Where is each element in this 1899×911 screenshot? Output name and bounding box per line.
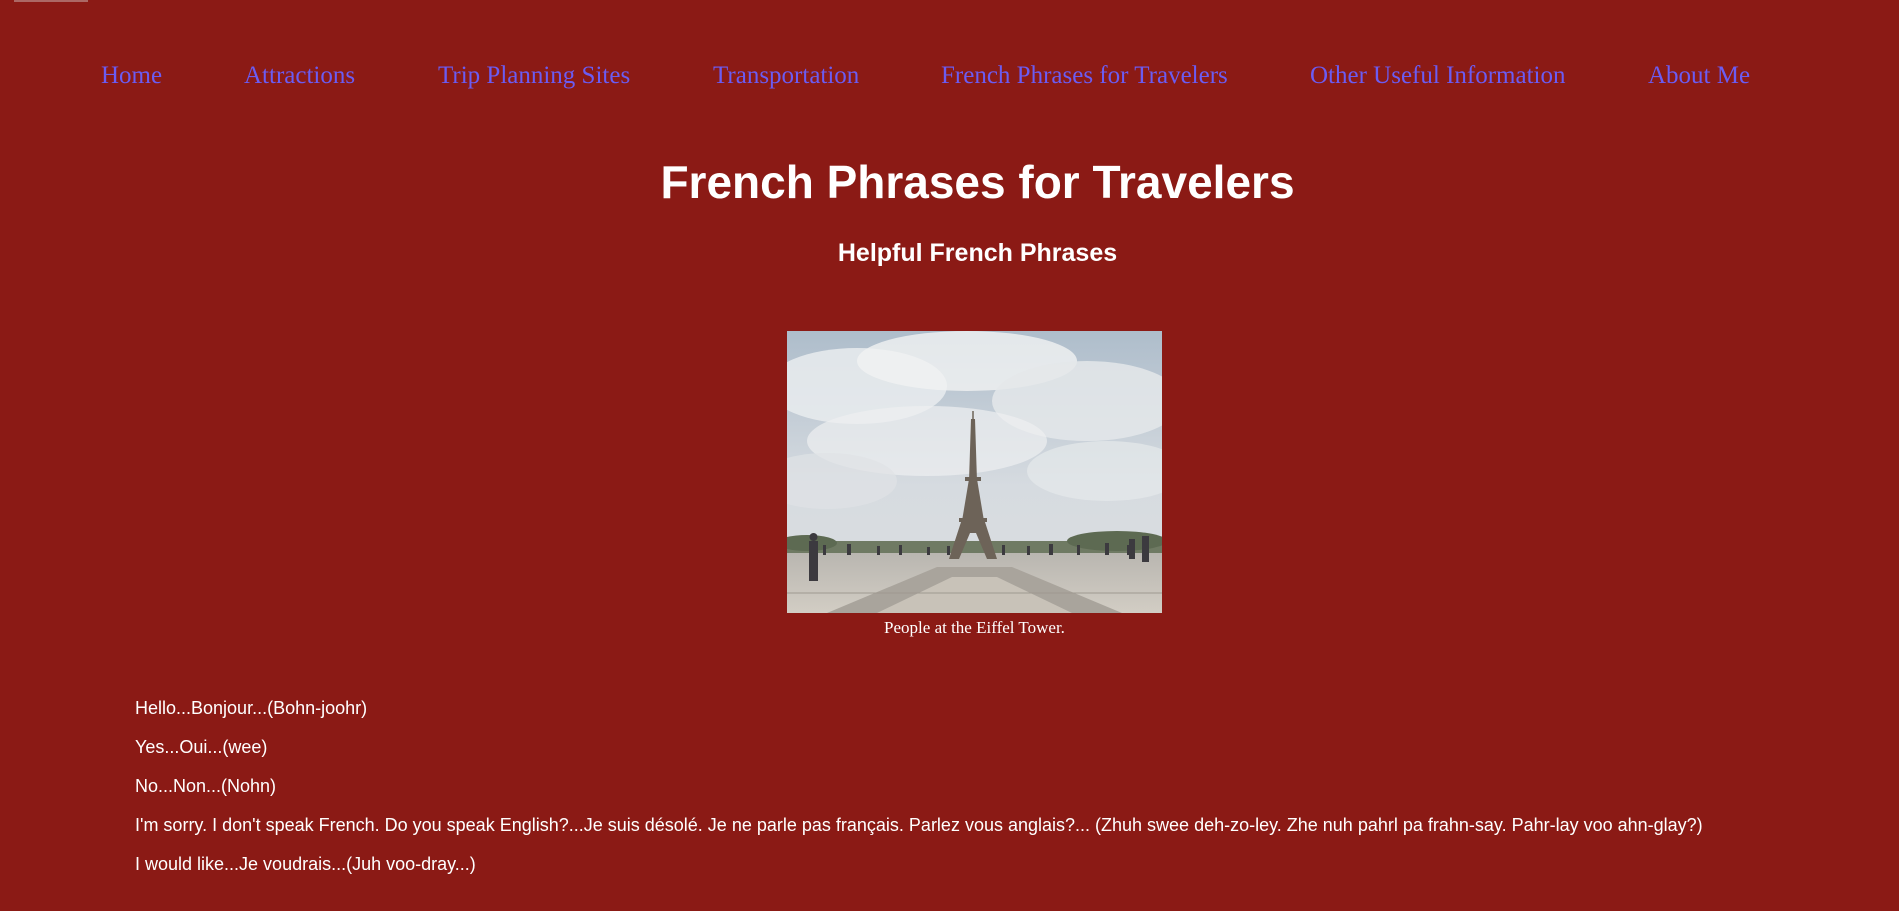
eiffel-tower-photo — [787, 331, 1162, 613]
page-title: French Phrases for Travelers — [660, 156, 1295, 208]
nav-link-french-phrases[interactable]: French Phrases for Travelers — [941, 58, 1228, 94]
phrase-list: Hello...Bonjour...(Bohn-joohr) Yes...Oui… — [135, 697, 1875, 892]
phrase-item: Yes...Oui...(wee) — [135, 737, 268, 757]
nav-link-trip-planning-sites[interactable]: Trip Planning Sites — [438, 58, 630, 94]
nav-link-other-useful-information[interactable]: Other Useful Information — [1310, 58, 1565, 94]
nav-link-transportation[interactable]: Transportation — [713, 58, 859, 94]
nav-link-attractions[interactable]: Attractions — [244, 58, 355, 94]
header-remnant — [14, 0, 88, 2]
nav-link-about-me[interactable]: About Me — [1648, 58, 1750, 94]
photo-caption: People at the Eiffel Tower. — [884, 618, 1065, 637]
eiffel-tower-figure: People at the Eiffel Tower. — [787, 331, 1162, 639]
phrase-item: I would like...Je voudrais...(Juh voo-dr… — [135, 854, 476, 874]
phrase-item: No...Non...(Nohn) — [135, 776, 277, 796]
phrase-item: Hello...Bonjour...(Bohn-joohr) — [135, 698, 368, 718]
main-nav: Home Attractions Trip Planning Sites Tra… — [0, 58, 1899, 94]
phrase-item: I'm sorry. I don't speak French. Do you … — [135, 815, 1703, 835]
nav-link-home[interactable]: Home — [101, 58, 162, 94]
section-subtitle: Helpful French Phrases — [837, 239, 1118, 267]
